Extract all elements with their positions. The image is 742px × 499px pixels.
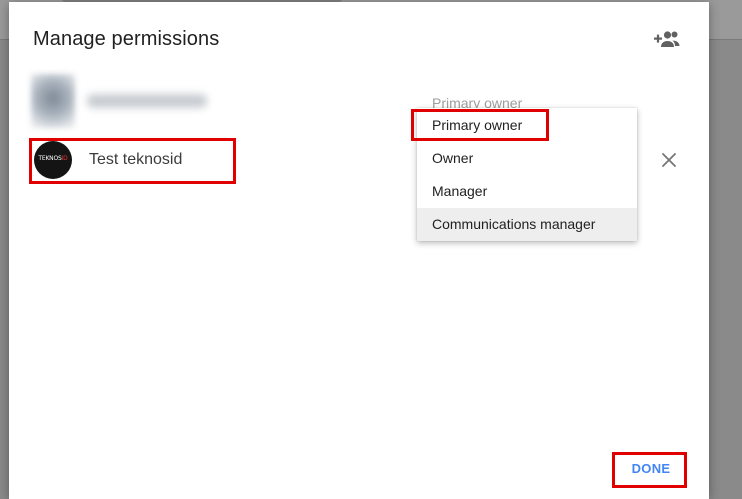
- dialog-title: Manage permissions: [33, 28, 220, 50]
- done-button[interactable]: DONE: [617, 453, 685, 485]
- user-row-test-teknosid: TEKNOSID Test teknosid: [31, 138, 231, 182]
- role-dropdown-menu: Primary owner Owner Manager Communicatio…: [417, 108, 637, 241]
- menu-item-primary-owner[interactable]: Primary owner: [417, 109, 637, 142]
- close-icon[interactable]: [657, 148, 681, 172]
- user-name: Test teknosid: [89, 151, 183, 168]
- menu-item-manager[interactable]: Manager: [417, 175, 637, 208]
- blurred-user-name: [87, 94, 207, 108]
- menu-item-communications-manager[interactable]: Communications manager: [417, 208, 637, 241]
- avatar: TEKNOSID: [34, 141, 72, 179]
- avatar: [31, 74, 75, 128]
- menu-item-owner[interactable]: Owner: [417, 142, 637, 175]
- avatar-logo-text: TEKNOSID: [38, 155, 68, 162]
- user-row-primary-owner: [31, 74, 221, 130]
- person-add-icon[interactable]: [653, 28, 681, 50]
- manage-permissions-dialog: Manage permissions Primary owner TEKNOSI…: [9, 2, 709, 499]
